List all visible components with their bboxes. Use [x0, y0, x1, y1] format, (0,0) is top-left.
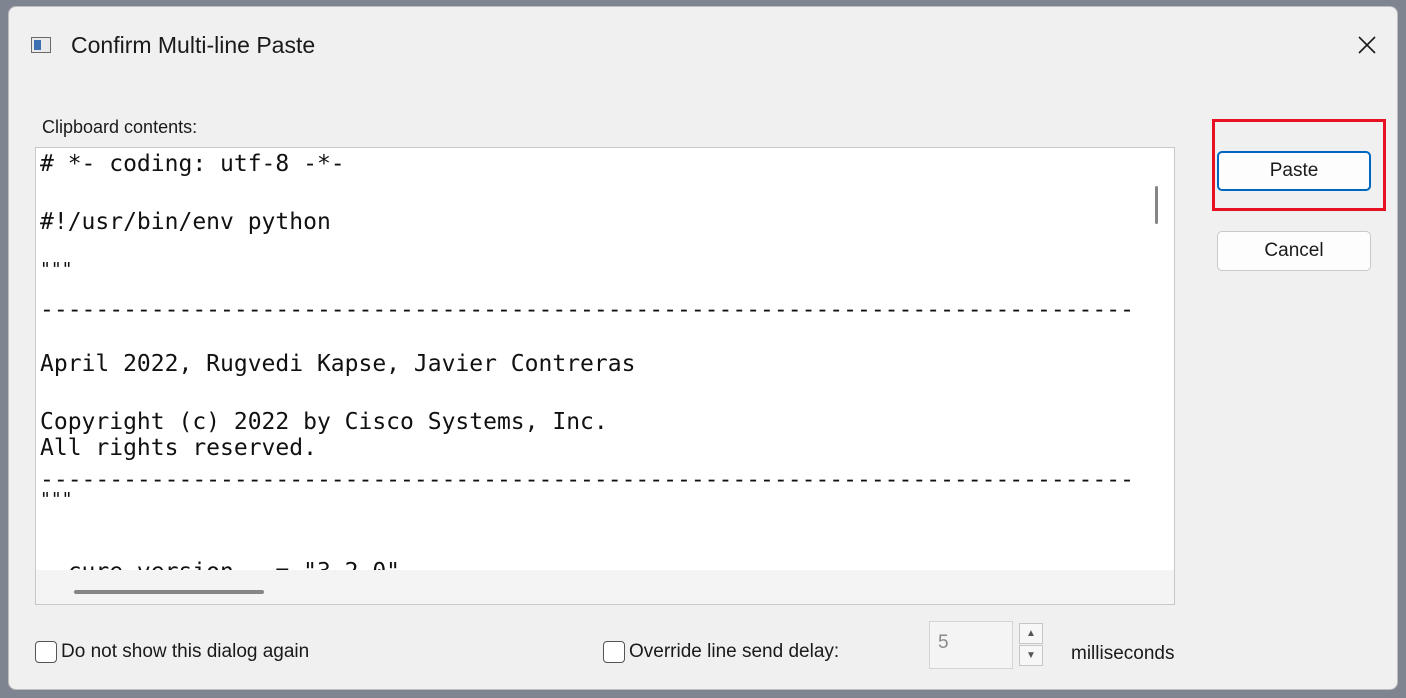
code-line: # *- coding: utf-8 -*-: [40, 151, 345, 177]
confirm-paste-dialog: Confirm Multi-line Paste Clipboard conte…: [8, 6, 1398, 690]
caret-down-icon: ▼: [1026, 650, 1036, 661]
delay-input[interactable]: 5: [929, 621, 1013, 669]
dont-show-checkbox[interactable]: [35, 641, 57, 663]
dont-show-label: Do not show this dialog again: [61, 641, 310, 662]
app-icon: [31, 37, 51, 53]
caret-up-icon: ▲: [1026, 628, 1036, 639]
title-bar[interactable]: Confirm Multi-line Paste: [9, 7, 1397, 83]
code-line: #!/usr/bin/env python: [40, 209, 331, 235]
override-delay-option[interactable]: Override line send delay:: [603, 641, 839, 663]
close-button[interactable]: [1345, 23, 1389, 67]
clipboard-text: # *- coding: utf-8 -*- #!/usr/bin/env py…: [40, 148, 1150, 572]
code-line: Copyright (c) 2022 by Cisco Systems, Inc…: [40, 409, 608, 435]
code-line: """: [40, 259, 73, 280]
delay-spinner[interactable]: ▲ ▼: [1019, 623, 1043, 667]
vertical-scrollbar[interactable]: [1155, 186, 1158, 224]
spin-up-button[interactable]: ▲: [1019, 623, 1043, 644]
override-delay-checkbox[interactable]: [603, 641, 625, 663]
code-line: April 2022, Rugvedi Kapse, Javier Contre…: [40, 351, 636, 377]
close-icon: [1358, 36, 1376, 54]
clipboard-text-area[interactable]: # *- coding: utf-8 -*- #!/usr/bin/env py…: [35, 147, 1175, 605]
override-delay-label: Override line send delay:: [629, 641, 840, 662]
horizontal-scrollbar-track[interactable]: [36, 570, 1174, 604]
code-line: ----------------------------------------…: [40, 297, 1134, 323]
code-line: """: [40, 489, 73, 510]
clipboard-contents-label: Clipboard contents:: [42, 117, 198, 137]
cancel-button[interactable]: Cancel: [1217, 231, 1371, 271]
code-line: ----------------------------------------…: [40, 467, 1134, 493]
milliseconds-label: milliseconds: [1071, 643, 1175, 664]
paste-button[interactable]: Paste: [1217, 151, 1371, 191]
dont-show-option[interactable]: Do not show this dialog again: [35, 641, 309, 663]
spin-down-button[interactable]: ▼: [1019, 645, 1043, 666]
code-line: All rights reserved.: [40, 435, 317, 461]
horizontal-scrollbar-thumb[interactable]: [74, 590, 264, 594]
window-title: Confirm Multi-line Paste: [71, 32, 316, 58]
